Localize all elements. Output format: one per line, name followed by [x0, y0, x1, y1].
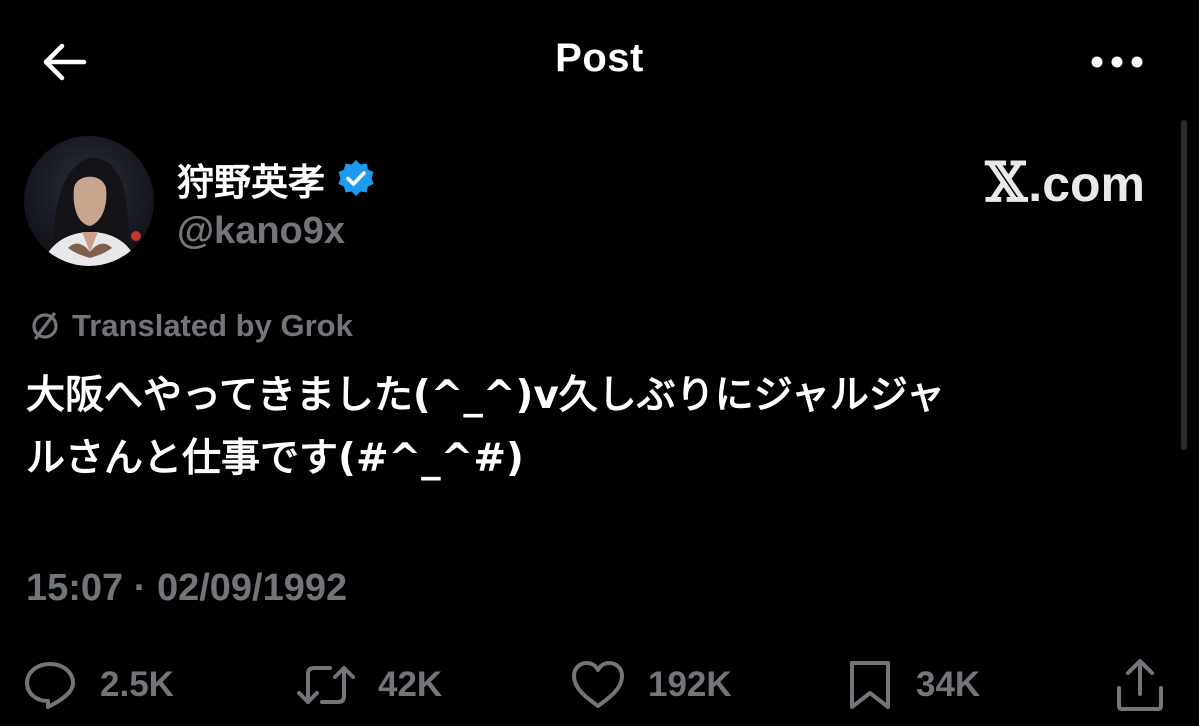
top-bar: Post — [0, 0, 1199, 120]
reply-icon — [25, 662, 75, 709]
author-name-row[interactable]: 狩野英孝 — [177, 152, 377, 206]
like-count: 192K — [648, 665, 732, 704]
repost-button[interactable]: 42K — [296, 650, 442, 720]
display-name: 狩野英孝 — [177, 161, 325, 204]
bookmark-icon — [850, 661, 890, 709]
reply-button[interactable]: 2.5K — [22, 650, 174, 720]
verified-icon — [338, 160, 374, 196]
more-icon — [1091, 56, 1143, 68]
grok-icon — [32, 312, 58, 340]
post-text: 大阪へやってきました(^_^)v久しぶりにジャルジャ ルさんと仕事です(#^_^… — [26, 364, 1176, 490]
reply-count: 2.5K — [100, 665, 174, 704]
post-timestamp[interactable]: 15:07 · 02/09/1992 — [26, 567, 347, 610]
scrollbar[interactable] — [1181, 120, 1187, 450]
like-icon — [572, 661, 624, 708]
more-options-button[interactable] — [1087, 44, 1147, 80]
translation-text: Translated by Grok — [72, 308, 353, 343]
like-button[interactable]: 192K — [570, 650, 732, 720]
author-handle[interactable]: @kano9x — [177, 210, 345, 253]
page-title: Post — [555, 36, 644, 80]
watermark-text: .com — [1028, 156, 1145, 212]
post-text-line-2: ルさんと仕事です(#^_^#) — [26, 436, 524, 481]
share-icon — [1117, 659, 1163, 711]
avatar[interactable] — [24, 136, 154, 266]
repost-icon — [297, 666, 355, 704]
bookmark-count: 34K — [916, 665, 981, 704]
translation-label[interactable]: Translated by Grok — [28, 308, 353, 344]
x-logo-icon: 𝕏 — [985, 150, 1028, 214]
post-text-line-1: 大阪へやってきました(^_^)v久しぶりにジャルジャ — [26, 373, 945, 418]
x-com-watermark: 𝕏 .com — [985, 150, 1145, 214]
share-button[interactable] — [1114, 650, 1166, 720]
repost-count: 42K — [378, 665, 443, 704]
bookmark-button[interactable]: 34K — [846, 650, 980, 720]
action-bar: 2.5K 42K 192K 34K — [0, 650, 1199, 720]
